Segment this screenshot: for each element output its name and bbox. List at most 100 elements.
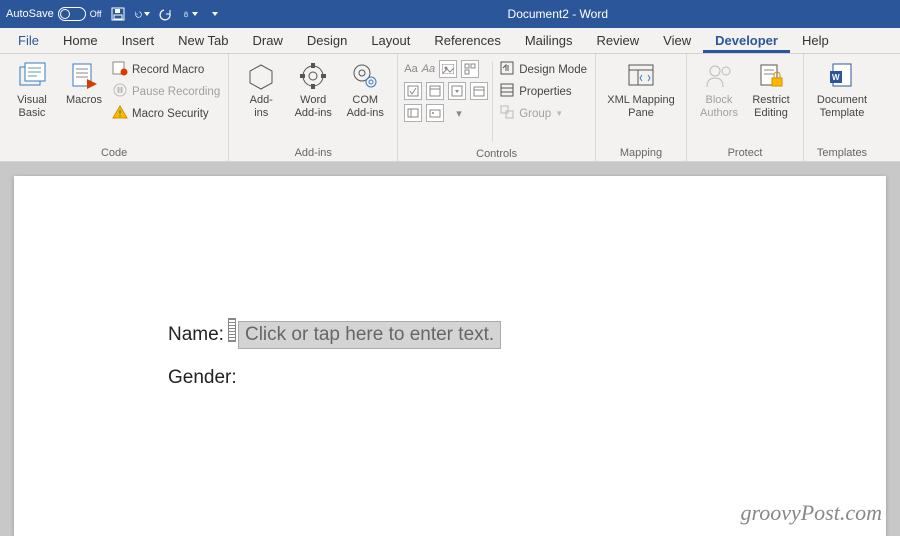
warning-icon [112,104,128,123]
tab-design[interactable]: Design [295,29,359,53]
com-addins-icon [349,60,381,92]
group-controls: Aa Aa ▾ [398,54,596,161]
autosave-state: Off [90,9,102,19]
block-authors-label: Block Authors [700,94,738,119]
combobox-control-icon[interactable] [426,82,444,100]
tab-view[interactable]: View [651,29,703,53]
block-authors-button: Block Authors [693,58,745,119]
addins-icon [245,60,277,92]
tab-references[interactable]: References [422,29,512,53]
save-icon[interactable] [110,6,126,22]
tab-mailings[interactable]: Mailings [513,29,585,53]
record-macro-button[interactable]: Record Macro [112,60,220,79]
text-content-control[interactable]: Click or tap here to enter text. [238,321,501,349]
design-mode-button[interactable]: Design Mode [499,60,587,79]
plaintext-control-icon[interactable]: Aa [422,60,435,78]
content-control-handle[interactable] [228,318,236,342]
macro-security-label: Macro Security [132,108,209,120]
restrict-editing-icon [755,60,787,92]
word-addins-button[interactable]: Word Add-ins [287,58,339,119]
tab-insert[interactable]: Insert [110,29,167,53]
title-bar: AutoSave Off Document2 - Word [0,0,900,28]
pause-recording-label: Pause Recording [132,86,220,98]
dropdown-control-icon[interactable] [448,82,466,100]
word-addins-label: Word Add-ins [295,94,332,119]
page[interactable]: Name: Click or tap here to enter text. G… [14,176,886,536]
ribbon-tabs: File Home Insert New Tab Draw Design Lay… [0,28,900,54]
visual-basic-icon [16,60,48,92]
document-template-icon: W [826,60,858,92]
group-protect-label: Protect [693,145,797,159]
block-authors-icon [703,60,735,92]
controls-gallery: Aa Aa ▾ [404,58,488,122]
autosave-toggle[interactable]: AutoSave Off [6,7,102,21]
group-addins: Add- ins Word Add-ins COM Add-ins Add-in… [229,54,398,161]
tab-newtab[interactable]: New Tab [166,29,240,53]
document-area: Name: Click or tap here to enter text. G… [0,162,900,536]
legacy-tools-icon[interactable] [426,104,444,122]
checkbox-control-icon[interactable] [404,82,422,100]
macros-label: Macros [66,94,102,107]
restrict-editing-button[interactable]: Restrict Editing [745,58,797,119]
group-code-label: Code [6,145,222,159]
properties-button[interactable]: Properties [499,82,587,101]
record-macro-icon [112,60,128,79]
addins-button[interactable]: Add- ins [235,58,287,119]
redo-icon[interactable] [158,6,174,22]
toggle-off-icon [58,7,86,21]
window-title: Document2 - Word [222,7,894,21]
word-addins-icon [297,60,329,92]
record-macro-label: Record Macro [132,64,204,76]
design-mode-icon [499,60,515,79]
addins-label: Add- ins [250,94,273,119]
xml-mapping-label: XML Mapping Pane [607,94,674,119]
buildingblock-control-icon[interactable] [461,60,479,78]
tab-help[interactable]: Help [790,29,841,53]
datepicker-control-icon[interactable] [470,82,488,100]
group-mapping: XML Mapping Pane Mapping [596,54,687,161]
line-gender: Gender: [168,367,886,389]
group-controls-label: Controls [404,146,589,160]
tab-review[interactable]: Review [585,29,652,53]
tab-layout[interactable]: Layout [359,29,422,53]
chevron-down-icon: ▼ [555,109,563,118]
qat-customize-icon[interactable] [206,6,222,22]
document-template-label: Document Template [817,94,867,119]
pause-icon [112,82,128,101]
com-addins-label: COM Add-ins [347,94,384,119]
richtext-control-icon[interactable]: Aa [404,60,417,78]
group-button-label: Group [519,108,551,120]
line-name: Name: Click or tap here to enter text. [168,316,886,349]
properties-label: Properties [519,86,571,98]
xml-mapping-button[interactable]: XML Mapping Pane [602,58,680,119]
macro-security-button[interactable]: Macro Security [112,104,220,123]
legacy-dropdown-icon[interactable]: ▾ [456,104,462,122]
watermark: groovyPost.com [740,500,882,526]
group-protect: Block Authors Restrict Editing Protect [687,54,804,161]
restrict-editing-label: Restrict Editing [752,94,789,119]
group-templates: W Document Template Templates [804,54,880,161]
group-code: Visual Basic Macros Record Macro Pause R… [0,54,229,161]
tab-home[interactable]: Home [51,29,110,53]
autosave-label: AutoSave [6,8,54,20]
gender-label: Gender: [168,367,237,389]
tab-file[interactable]: File [6,29,51,53]
undo-icon[interactable] [134,6,150,22]
pause-recording-button: Pause Recording [112,82,220,101]
ribbon: Visual Basic Macros Record Macro Pause R… [0,54,900,162]
tab-draw[interactable]: Draw [241,29,295,53]
group-addins-label: Add-ins [235,145,391,159]
touch-mode-icon[interactable] [182,6,198,22]
macros-button[interactable]: Macros [58,58,110,107]
properties-icon [499,82,515,101]
tab-developer[interactable]: Developer [703,29,790,53]
visual-basic-button[interactable]: Visual Basic [6,58,58,119]
group-controls-button: Group ▼ [499,104,587,123]
visual-basic-label: Visual Basic [17,94,47,119]
repeating-control-icon[interactable] [404,104,422,122]
com-addins-button[interactable]: COM Add-ins [339,58,391,119]
document-template-button[interactable]: W Document Template [810,58,874,119]
xml-mapping-icon [625,60,657,92]
group-templates-label: Templates [810,145,874,159]
picture-control-icon[interactable] [439,60,457,78]
